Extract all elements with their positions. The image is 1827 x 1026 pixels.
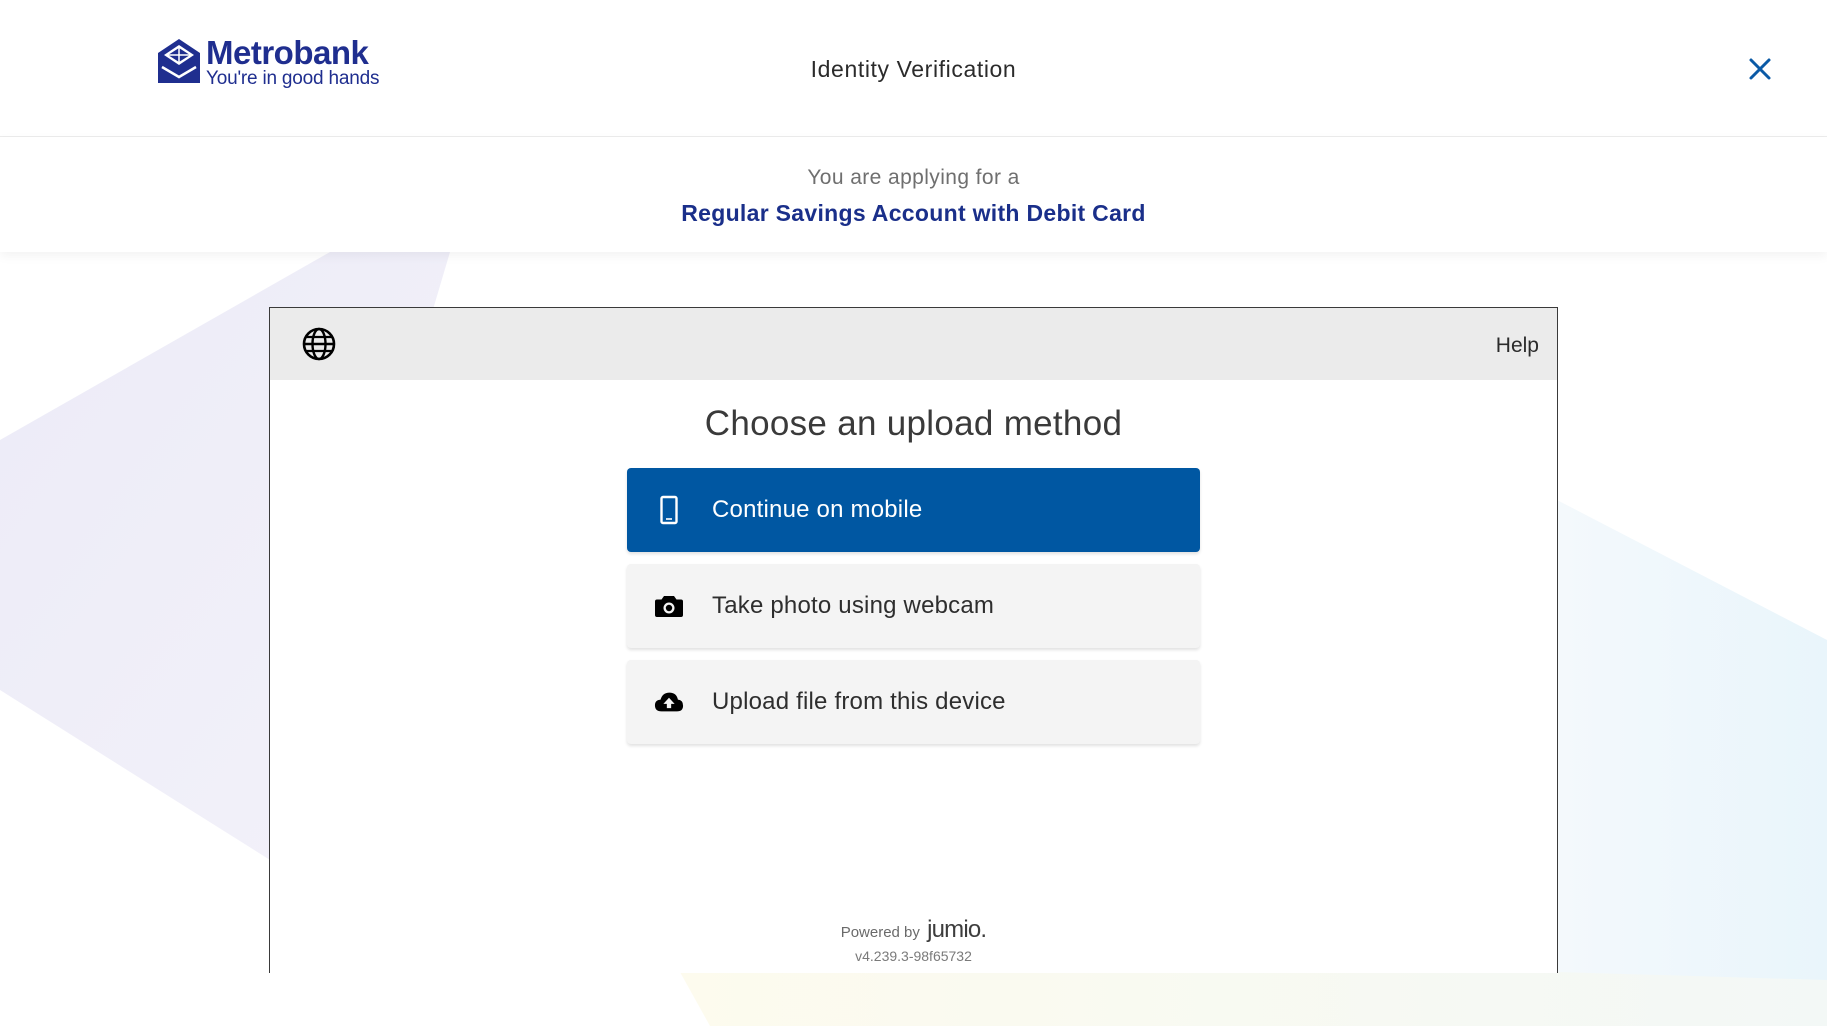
powered-by: Powered by jumio.	[270, 916, 1557, 944]
jumio-logo: jumio.	[927, 916, 987, 943]
upload-file-device-button[interactable]: Upload file from this device	[627, 660, 1200, 744]
upload-method-heading: Choose an upload method	[704, 404, 1123, 443]
page-title: Identity Verification	[810, 56, 1017, 82]
widget-toolbar: Help	[270, 308, 1557, 380]
application-summary: You are applying for a Regular Savings A…	[0, 137, 1827, 252]
applying-label: You are applying for a	[807, 166, 1020, 189]
header: Metrobank You're in good hands Identity …	[0, 0, 1827, 137]
close-button[interactable]	[1745, 54, 1775, 84]
applying-product: Regular Savings Account with Debit Card	[681, 200, 1146, 226]
mobile-phone-icon	[654, 495, 684, 525]
take-photo-webcam-label: Take photo using webcam	[712, 592, 995, 619]
continue-on-mobile-label: Continue on mobile	[712, 496, 923, 523]
version-label: v4.239.3-98f65732	[855, 948, 972, 964]
language-button[interactable]	[302, 327, 336, 361]
camera-icon	[654, 591, 684, 621]
upload-file-device-label: Upload file from this device	[712, 688, 1006, 715]
globe-icon	[302, 327, 336, 361]
cloud-upload-icon	[654, 687, 684, 717]
close-icon	[1749, 58, 1771, 80]
take-photo-webcam-button[interactable]: Take photo using webcam	[627, 564, 1200, 648]
verification-widget: Help Choose an upload method Continue on…	[269, 307, 1558, 973]
powered-by-label: Powered by	[840, 924, 920, 941]
continue-on-mobile-button[interactable]: Continue on mobile	[627, 468, 1200, 552]
help-link[interactable]: Help	[1496, 334, 1539, 358]
widget-footer: Powered by jumio. v4.239.3-98f65732	[270, 916, 1557, 964]
